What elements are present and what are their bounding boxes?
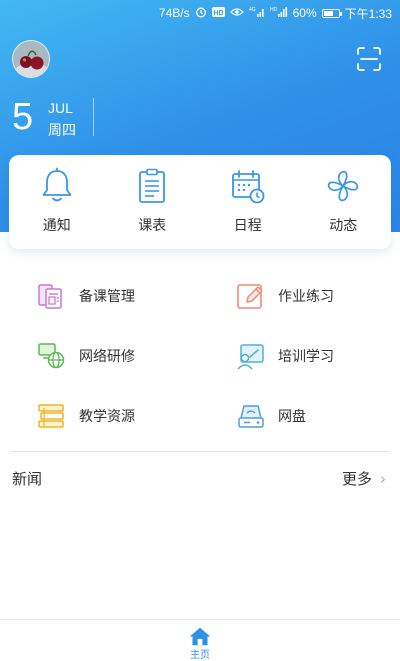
battery-icon	[321, 8, 342, 18]
eye-icon	[229, 6, 244, 20]
training-icon	[237, 344, 264, 370]
feature-teaching-resources[interactable]: 教学资源	[37, 400, 135, 432]
feature-training[interactable]: 培训学习	[236, 340, 334, 372]
tab-home[interactable]: 主页	[186, 620, 214, 661]
feature-network-study[interactable]: 网络研修	[37, 340, 135, 372]
quick-action-label: 通知	[42, 218, 71, 234]
homework-edit-icon	[237, 284, 263, 309]
quick-action-label: 动态	[329, 218, 358, 234]
bell-icon	[42, 167, 72, 202]
lesson-prep-icon	[38, 284, 62, 309]
quick-action-label: 课表	[138, 218, 167, 234]
scan-button[interactable]	[356, 46, 382, 72]
hd-icon: HD	[211, 6, 225, 20]
svg-text:HD: HD	[213, 10, 223, 17]
feature-label: 教学资源	[79, 409, 135, 425]
4g-signal-icon: 4G	[249, 6, 265, 21]
clock-time: 下午1:33	[344, 6, 392, 21]
network-study-icon	[38, 343, 65, 369]
date-day: 5	[12, 96, 34, 138]
feature-label: 网盘	[278, 409, 306, 425]
date-month: JUL	[48, 100, 73, 116]
alarm-icon	[195, 6, 207, 21]
feature-label: 培训学习	[278, 349, 334, 365]
feature-homework[interactable]: 作业练习	[236, 280, 334, 312]
news-more-link[interactable]: 更多 ›	[342, 468, 386, 489]
svg-text:4G: 4G	[249, 7, 256, 13]
date-divider	[93, 98, 94, 136]
battery-percent: 60%	[292, 6, 317, 20]
feature-label: 网络研修	[79, 349, 135, 365]
status-bar: 74B/s HD 4G HD 60% 下午1:33	[0, 0, 400, 26]
section-divider	[10, 451, 390, 452]
quick-action-agenda[interactable]: 日程	[200, 155, 296, 249]
bottom-tab-bar: 主页	[0, 619, 400, 661]
feature-cloud-drive[interactable]: 网盘	[236, 400, 306, 432]
quick-action-schedule[interactable]: 课表	[105, 155, 201, 249]
quick-action-feed[interactable]: 动态	[296, 155, 392, 249]
cloud-drive-icon	[238, 405, 264, 428]
chevron-right-icon: ›	[380, 469, 386, 488]
tab-home-label: 主页	[190, 650, 210, 661]
news-more-label: 更多	[341, 470, 372, 488]
home-icon	[189, 627, 211, 646]
network-speed: 74B/s	[158, 6, 190, 20]
calendar-clock-icon	[231, 170, 265, 204]
quick-action-label: 日程	[233, 218, 262, 234]
avatar[interactable]	[12, 40, 50, 78]
news-title: 新闻	[12, 470, 43, 488]
svg-text:HD: HD	[270, 7, 278, 13]
date-weekday: 周四	[48, 123, 76, 139]
signal-icon: HD	[270, 6, 288, 21]
pinwheel-icon	[328, 170, 359, 202]
quick-actions-card: 通知 课表 日程 动态	[9, 155, 391, 249]
feature-lesson-prep[interactable]: 备课管理	[37, 280, 135, 312]
feature-label: 作业练习	[278, 289, 334, 305]
feature-label: 备课管理	[79, 289, 135, 305]
teaching-resources-icon	[38, 404, 64, 428]
quick-action-notice[interactable]: 通知	[9, 155, 105, 249]
clipboard-icon	[139, 168, 166, 203]
scan-icon	[357, 47, 381, 71]
